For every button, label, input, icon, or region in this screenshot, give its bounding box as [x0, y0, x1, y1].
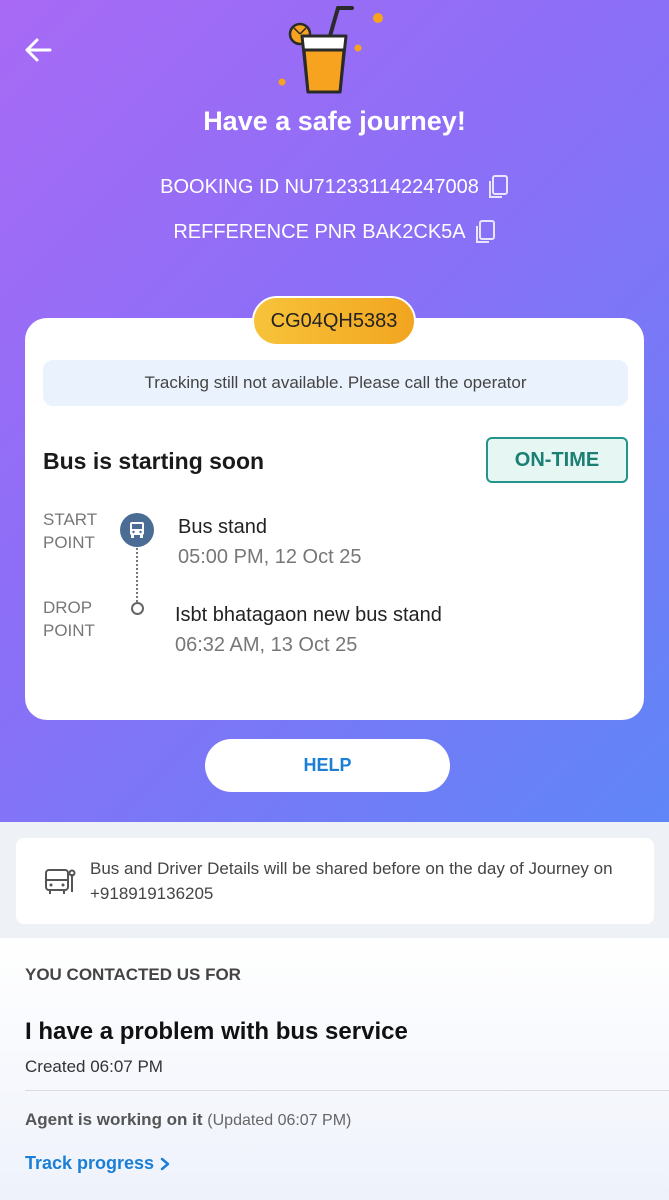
booking-id-text: BOOKING ID NU712331142247008 — [160, 175, 479, 198]
track-progress-link[interactable]: Track progress — [25, 1153, 170, 1174]
bus-number-badge: CG04QH5383 — [252, 296, 416, 346]
start-point-label: START POINT — [43, 510, 98, 552]
issue-title: I have a problem with bus service — [25, 1018, 408, 1045]
drop-point-name: Isbt bhatagaon new bus stand — [175, 604, 442, 626]
pnr-text: REFFERENCE PNR BAK2CK5A — [173, 220, 466, 243]
juice-glass-icon — [278, 6, 383, 94]
journey-card: Tracking still not available. Please cal… — [25, 318, 644, 720]
hero-header: Have a safe journey! BOOKING ID NU712331… — [0, 0, 669, 822]
booking-id-row: BOOKING ID NU712331142247008 — [0, 174, 669, 200]
drop-point-label: DROP POINT — [43, 598, 95, 640]
tracking-notice: Tracking still not available. Please cal… — [43, 360, 628, 406]
copy-icon[interactable] — [487, 174, 509, 200]
pnr-row: REFFERENCE PNR BAK2CK5A — [0, 219, 669, 245]
bus-outline-icon — [45, 869, 76, 894]
drop-point-marker — [131, 602, 144, 615]
issue-created-time: Created 06:07 PM — [25, 1057, 163, 1076]
agent-status: Agent is working on it (Updated 06:07 PM… — [25, 1110, 352, 1129]
drop-point-time: 06:32 AM, 13 Oct 25 — [175, 634, 358, 656]
contact-section: YOU CONTACTED US FOR I have a problem wi… — [0, 938, 669, 1200]
driver-details-info: Bus and Driver Details will be shared be… — [16, 838, 654, 924]
journey-status-title: Bus is starting soon — [43, 448, 265, 474]
help-button[interactable]: HELP — [205, 739, 450, 792]
route-line — [136, 548, 138, 602]
copy-icon[interactable] — [474, 219, 496, 245]
on-time-badge: ON-TIME — [486, 437, 628, 483]
contact-heading: YOU CONTACTED US FOR — [25, 965, 241, 984]
bus-icon — [120, 513, 154, 547]
divider — [25, 1090, 669, 1091]
driver-details-text: Bus and Driver Details will be shared be… — [90, 859, 613, 903]
page-title: Have a safe journey! — [203, 106, 466, 136]
chevron-right-icon — [160, 1157, 170, 1170]
start-point-time: 05:00 PM, 12 Oct 25 — [178, 546, 362, 568]
back-arrow-icon[interactable] — [20, 32, 56, 68]
start-point-name: Bus stand — [178, 516, 267, 538]
